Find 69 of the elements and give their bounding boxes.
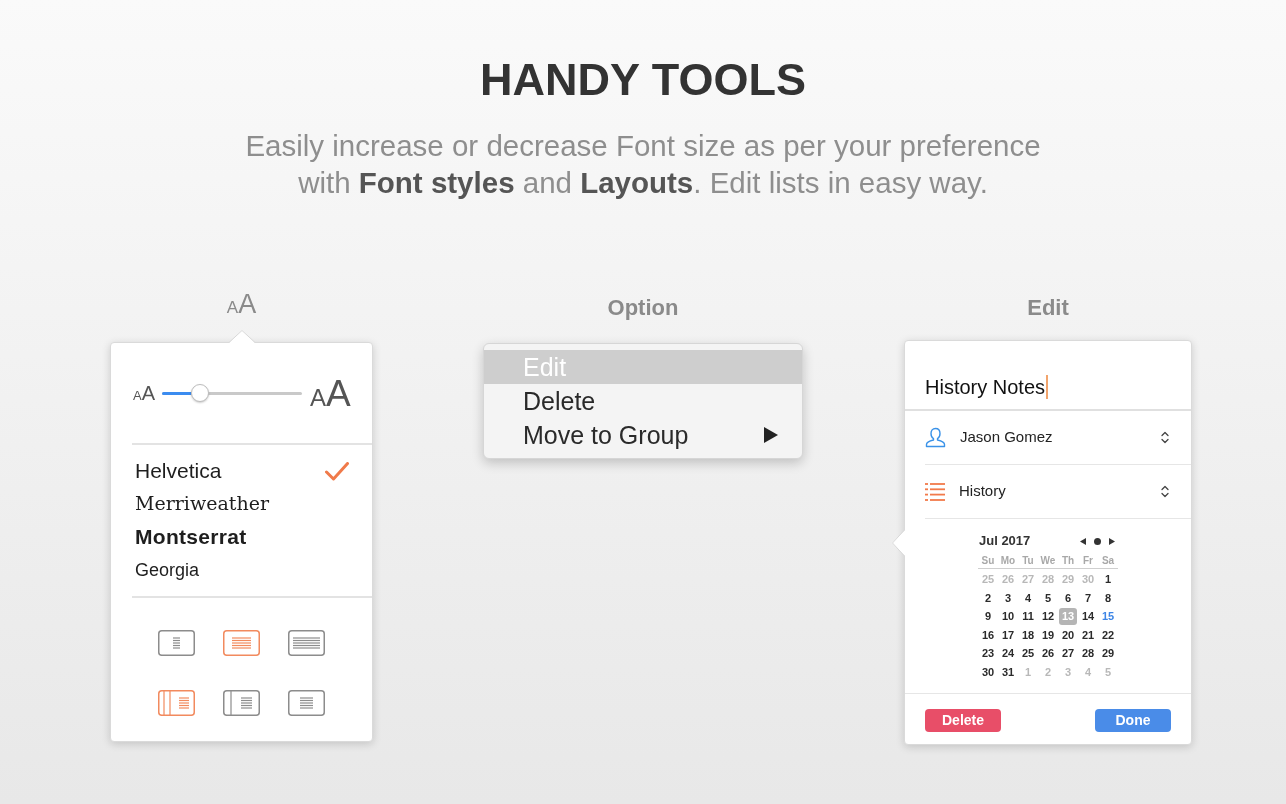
- calendar-day[interactable]: 8: [1099, 589, 1117, 607]
- calendar-day[interactable]: 20: [1059, 626, 1077, 644]
- slider-thumb[interactable]: [191, 384, 210, 402]
- list-icon: [925, 481, 945, 502]
- subtitle-line: with Font styles and Layouts. Edit lists in easy way.: [298, 165, 988, 201]
- calendar-day[interactable]: 2: [979, 589, 997, 607]
- font-option[interactable]: Helvetica: [111, 455, 372, 487]
- wide-column-icon[interactable]: [288, 630, 325, 656]
- calendar-day[interactable]: 12: [1039, 608, 1057, 625]
- calendar-day[interactable]: 28: [1079, 645, 1097, 663]
- menu-item[interactable]: Delete: [484, 384, 802, 418]
- calendar-day[interactable]: 25: [1019, 645, 1037, 663]
- weekday-label: Th: [1060, 554, 1076, 568]
- small-text-size-label: AA: [133, 383, 155, 403]
- calendar-day[interactable]: 30: [979, 663, 997, 681]
- weekday-label: Mo: [999, 554, 1017, 568]
- up-down-chevron-icon: [1161, 431, 1169, 444]
- calendar-day[interactable]: 7: [1079, 589, 1097, 607]
- no-sidebar-icon[interactable]: [288, 690, 325, 716]
- weekday-label: Tu: [1021, 554, 1035, 568]
- page-title: HANDY TOOLS: [480, 55, 806, 105]
- calendar-day[interactable]: 11: [1019, 608, 1037, 625]
- calendar-day[interactable]: 22: [1099, 626, 1117, 644]
- calendar-day[interactable]: 26: [1039, 645, 1057, 663]
- font-option[interactable]: Georgia: [111, 554, 372, 586]
- list-select[interactable]: History: [925, 465, 1191, 519]
- calendar-day[interactable]: 1: [1099, 570, 1117, 588]
- calendar-day[interactable]: 10: [999, 608, 1017, 625]
- menu-item[interactable]: Move to Group: [484, 418, 802, 452]
- calendar-day[interactable]: 9: [979, 608, 997, 625]
- calendar-day[interactable]: 27: [1059, 645, 1077, 663]
- font-option[interactable]: Merriweather: [111, 487, 372, 519]
- calendar-day[interactable]: 31: [999, 663, 1017, 681]
- calendar-day[interactable]: 4: [1019, 589, 1037, 607]
- title-input[interactable]: History Notes: [905, 341, 1191, 411]
- calendar-day[interactable]: 14: [1079, 608, 1097, 625]
- subtitle-line: Easily increase or decrease Font size as per your preference: [245, 128, 1041, 164]
- previous-month-icon[interactable]: [1080, 537, 1086, 545]
- calendar-day[interactable]: 23: [979, 645, 997, 663]
- font-option[interactable]: Montserrat: [111, 519, 372, 554]
- double-sidebar-icon[interactable]: [158, 690, 195, 716]
- calendar-day[interactable]: 6: [1059, 589, 1077, 607]
- calendar-day[interactable]: 24: [999, 645, 1017, 663]
- calendar-day[interactable]: 16: [979, 626, 997, 644]
- medium-column-icon[interactable]: [223, 630, 260, 656]
- next-month-icon[interactable]: [1109, 537, 1115, 545]
- calendar-month: Jul 2017: [979, 532, 1031, 551]
- contact-select[interactable]: Jason Gomez: [925, 411, 1191, 465]
- large-text-size-label: AA: [310, 374, 351, 412]
- calendar-day[interactable]: 15: [1099, 608, 1117, 625]
- section-label: Edit: [1027, 294, 1069, 322]
- weekday-label: Sa: [1100, 554, 1116, 568]
- weekday-label: We: [1039, 554, 1057, 568]
- calendar-day[interactable]: 29: [1099, 645, 1117, 663]
- calendar-day[interactable]: 17: [999, 626, 1017, 644]
- person-icon: [925, 427, 946, 448]
- weekday-label: Fr: [1082, 554, 1094, 568]
- delete-button[interactable]: Delete: [925, 709, 1001, 732]
- weekday-label: Su: [980, 554, 996, 568]
- sidebar-icon[interactable]: [223, 690, 260, 716]
- today-dot-icon[interactable]: [1094, 537, 1101, 545]
- calendar-day[interactable]: 5: [1039, 589, 1057, 607]
- up-down-chevron-icon: [1161, 485, 1169, 498]
- narrow-column-icon[interactable]: [158, 630, 195, 656]
- calendar-day[interactable]: 3: [999, 589, 1017, 607]
- calendar-day[interactable]: 18: [1019, 626, 1037, 644]
- calendar-day[interactable]: 19: [1039, 626, 1057, 644]
- section-label: Option: [607, 294, 679, 322]
- calendar-day[interactable]: 21: [1079, 626, 1097, 644]
